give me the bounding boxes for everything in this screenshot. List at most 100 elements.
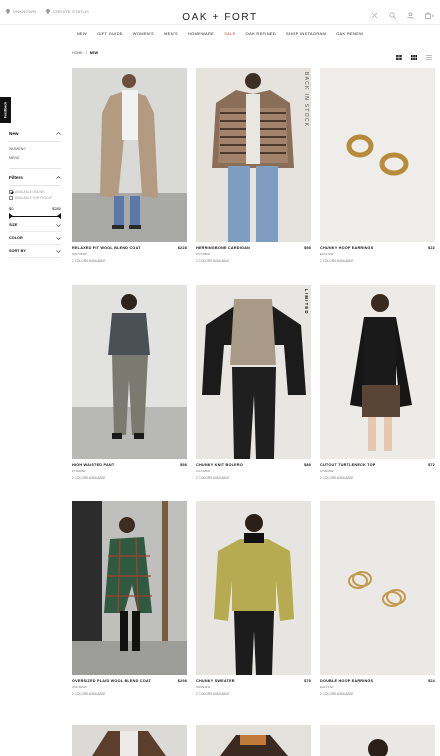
new-heading: New [9, 130, 19, 136]
nav-gift-guide[interactable]: GIFT GUIDE [97, 31, 123, 36]
product-card[interactable]: CHUNKY SWEATER $78 SW3941W 2 COLORS AVAIL… [196, 501, 311, 696]
product-card[interactable] [196, 725, 311, 756]
product-card[interactable] [72, 725, 187, 756]
brand-logo[interactable]: OAK + FORT [0, 12, 440, 23]
product-colors[interactable]: 2 COLORS AVAILABLE [72, 259, 187, 263]
main-nav: NEW GIFT GUIDE WOMEN'S MEN'S HOMEWARE SA… [0, 31, 440, 36]
nav-oak-renew[interactable]: OAK RENEW [336, 31, 363, 36]
price-slider[interactable] [9, 213, 61, 219]
price-range-labels: $0 $280 [9, 206, 61, 211]
product-price: $228 [177, 246, 187, 250]
product-badge: LIMITED [304, 289, 309, 315]
product-code: OW7935W [72, 685, 87, 689]
product-colors[interactable]: 2 COLORS AVAILABLE [320, 476, 435, 480]
product-image[interactable] [320, 285, 435, 459]
product-name[interactable]: CUTOUT TURTLENECK TOP [320, 463, 376, 468]
breadcrumb-home[interactable]: HOME [72, 51, 83, 55]
product-name[interactable]: CHUNKY SWEATER [196, 679, 235, 684]
nav-oak-refined[interactable]: OAK REFINED [246, 31, 276, 36]
product-colors[interactable]: 2 COLORS AVAILABLE [320, 692, 435, 696]
product-image[interactable] [72, 285, 187, 459]
product-image[interactable] [320, 725, 435, 756]
product-name[interactable]: HERRINGBONE CARDIGAN [196, 246, 250, 251]
product-image[interactable] [72, 725, 187, 756]
category-mens[interactable]: MENS [9, 154, 61, 163]
available-pickup-checkbox[interactable]: AVAILABLE FOR PICKUP [9, 195, 61, 201]
breadcrumb-separator: / [85, 51, 87, 55]
slider-min-handle[interactable] [9, 213, 13, 219]
divider [9, 168, 61, 169]
checkbox-checked-icon [9, 190, 13, 194]
product-colors[interactable]: 2 COLORS AVAILABLE [196, 692, 311, 696]
product-colors[interactable]: 2 COLORS AVAILABLE [72, 692, 187, 696]
chevron-down-icon [56, 249, 61, 253]
product-code: CG7495W [196, 252, 211, 256]
product-card[interactable]: LIMITED CHUNKY KNIT BOLERO $88 CG7435W 2 … [196, 285, 311, 480]
product-code: CG7435W [196, 469, 211, 473]
sort-by-filter[interactable]: SORT BY [9, 245, 61, 258]
nav-mens[interactable]: MEN'S [164, 31, 178, 36]
product-name[interactable]: DOUBLE HOOP EARRINGS [320, 679, 373, 684]
product-card[interactable]: HIGH WAISTED PANT $98 PT9483W 2 COLORS AV… [72, 285, 187, 480]
grid-4-icon[interactable] [426, 47, 432, 65]
header-divider [0, 24, 440, 25]
breadcrumb: HOME / NEW [72, 51, 98, 55]
product-image[interactable] [196, 725, 311, 756]
nav-new[interactable]: NEW [77, 31, 87, 36]
top-bar: UNKNOWN CREATE STATUS 0 OAK + FORT [0, 0, 440, 24]
product-colors[interactable]: 2 COLORS AVAILABLE [72, 476, 187, 480]
product-code: SW3941W [196, 685, 211, 689]
nav-sale[interactable]: SALE [224, 31, 235, 36]
feedback-label: Feedback [3, 101, 8, 119]
price-min: $0 [9, 206, 14, 211]
product-price: $98 [304, 246, 311, 250]
product-code: EA1373W [320, 685, 334, 689]
product-image[interactable]: BACK IN STOCK [196, 68, 311, 242]
price-max: $280 [52, 206, 61, 211]
category-womens[interactable]: WOMENS [9, 145, 61, 154]
product-card[interactable]: CUTOUT TURTLENECK TOP $72 KT9936W 2 COLOR… [320, 285, 435, 480]
filters-section-header[interactable]: Filters [9, 172, 61, 182]
product-card[interactable] [320, 725, 435, 756]
product-price: $88 [304, 463, 311, 467]
product-card[interactable]: OVERSIZED PLAID WOOL BLEND COAT $298 OW79… [72, 501, 187, 696]
product-colors[interactable]: 2 COLORS AVAILABLE [196, 476, 311, 480]
grid-3-icon[interactable] [411, 47, 417, 65]
product-colors[interactable]: 2 COLORS AVAILABLE [196, 259, 311, 263]
nav-homeware[interactable]: HOMEWARE [188, 31, 214, 36]
product-name[interactable]: CHUNKY HOOP EARRINGS [320, 246, 373, 251]
product-price: $22 [428, 246, 435, 250]
product-image[interactable] [72, 501, 187, 675]
product-image[interactable]: LIMITED [196, 285, 311, 459]
product-name[interactable]: RELAXED FIT WOOL BLEND COAT [72, 246, 141, 251]
product-image[interactable] [320, 501, 435, 675]
product-card[interactable]: BACK IN STOCK HERRINGBONE CARDIGAN $98 CG… [196, 68, 311, 263]
nav-womens[interactable]: WOMEN'S [133, 31, 154, 36]
feedback-tab[interactable]: Feedback [0, 97, 11, 123]
product-name[interactable]: HIGH WAISTED PANT [72, 463, 114, 468]
product-card[interactable]: DOUBLE HOOP EARRINGS $24 EA1373W 2 COLORS… [320, 501, 435, 696]
new-section-header[interactable]: New [9, 128, 61, 138]
breadcrumb-current: NEW [89, 51, 99, 55]
product-name[interactable]: CHUNKY KNIT BOLERO [196, 463, 243, 468]
divider [9, 141, 61, 142]
filters-heading: Filters [9, 174, 23, 180]
size-label: SIZE [9, 223, 18, 227]
product-price: $78 [304, 679, 311, 683]
nav-shop-instagram[interactable]: SHOP INSTAGRAM [286, 31, 326, 36]
chevron-down-icon [56, 236, 61, 240]
filter-sidebar: New WOMENS MENS Filters AVAILABLE ONLINE… [9, 128, 61, 258]
grid-view-options [396, 47, 432, 65]
color-filter[interactable]: COLOR [9, 232, 61, 245]
product-card[interactable]: RELAXED FIT WOOL BLEND COAT $228 OW7783W … [72, 68, 187, 263]
slider-max-handle[interactable] [57, 213, 61, 219]
product-card[interactable]: CHUNKY HOOP EARRINGS $22 EA1372W 2 COLORS… [320, 68, 435, 263]
size-filter[interactable]: SIZE [9, 219, 61, 232]
product-image[interactable] [196, 501, 311, 675]
product-name[interactable]: OVERSIZED PLAID WOOL BLEND COAT [72, 679, 151, 684]
product-image[interactable] [72, 68, 187, 242]
available-pickup-label: AVAILABLE FOR PICKUP [15, 196, 53, 200]
product-image[interactable] [320, 68, 435, 242]
product-colors[interactable]: 2 COLORS AVAILABLE [320, 259, 435, 263]
grid-2-icon[interactable] [396, 47, 402, 65]
